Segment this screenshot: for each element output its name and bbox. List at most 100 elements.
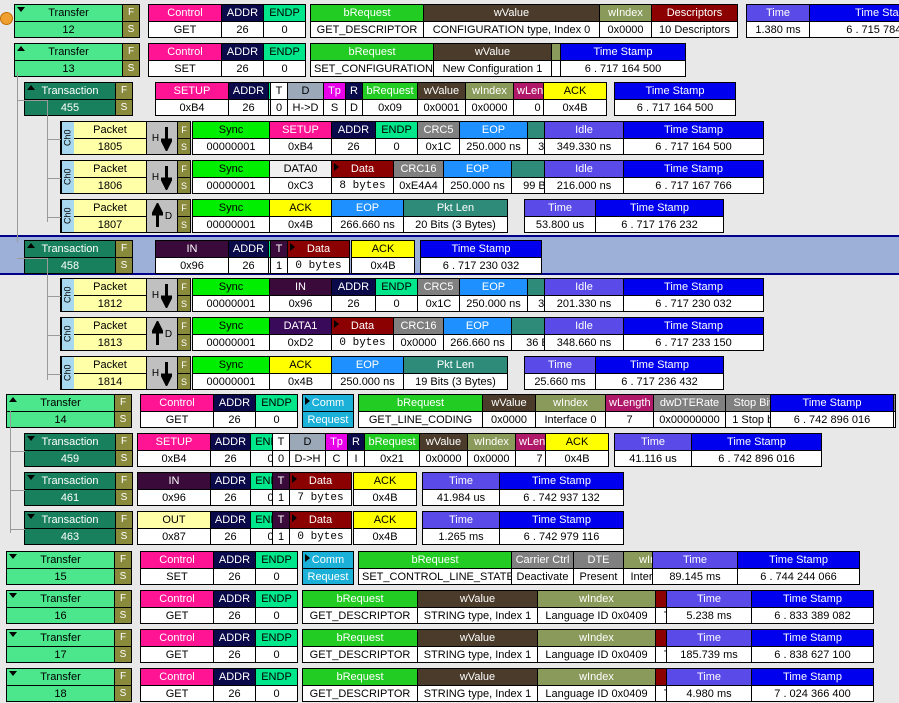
field-carrier-ctrl[interactable]: Carrier Ctrl Deactivate (511, 552, 573, 584)
field-crc5[interactable]: CRC5 0x1C (417, 122, 459, 154)
field-control[interactable]: Control GET (141, 669, 213, 701)
field-addr[interactable]: ADDR 26 (213, 630, 255, 662)
field-timestamp[interactable]: Time Stamp 6 . 717 164 500 (623, 122, 763, 154)
field-tp-col[interactable]: Tp S (323, 83, 345, 115)
packet-label[interactable]: Ch0 Packet 1814 H F S (60, 356, 191, 390)
field-brequest[interactable]: bRequest SET_CONTROL_LINE_STATE (359, 552, 511, 584)
field-brequest[interactable]: bRequest GET_DESCRIPTOR (303, 669, 417, 701)
field-wvalue[interactable]: wValue STRING type, Index 1 (417, 630, 537, 662)
field-timestamp[interactable]: Time Stamp 6 . 742 979 116 (499, 512, 623, 544)
field-time[interactable]: Time 5.238 ms (667, 591, 751, 623)
field-sync[interactable]: Sync 00000001 (193, 279, 269, 311)
field-addr[interactable]: ADDR 26 (228, 241, 268, 273)
transaction-label[interactable]: Transaction 455 F S (24, 82, 133, 116)
field-ack[interactable]: ACK 0x4B (269, 357, 331, 389)
row-packet-1814[interactable]: Ch0 Packet 1814 H F S Sync 00000001 ACK 0x4B EOP 25… (0, 356, 899, 390)
field-timestamp[interactable]: Time Stamp 6 . 717 230 032 (623, 279, 763, 311)
transaction-label[interactable]: Transaction 463 F S (24, 511, 133, 545)
field-windex[interactable]: wIndex Language ID 0x0409 (537, 591, 655, 623)
field-timestamp[interactable]: Time Stamp6 . 715 784 200 (809, 5, 899, 37)
field-idle[interactable]: Idle 349.330 ns (545, 122, 623, 154)
field-timestamp[interactable]: Time Stamp 6 . 717 236 432 (595, 357, 723, 389)
field-crc16[interactable]: CRC16 0x0000 (393, 318, 443, 350)
field-ack[interactable]: ACK 0x4B (546, 434, 608, 466)
field-timestamp[interactable]: Time Stamp 6 . 833 389 082 (751, 591, 873, 623)
field-timestamp[interactable]: Time Stamp 6 . 717 176 232 (595, 200, 723, 232)
trace-viewport[interactable]: Transfer 12 F S Control GET ADDR 26 ENDP 0 bReques… (0, 0, 899, 703)
field-addr[interactable]: ADDR 26 (213, 552, 255, 584)
field-descriptors[interactable]: Descriptors 10 Descriptors (651, 5, 737, 37)
field-wvalue[interactable]: wValue STRING type, Index 1 (417, 669, 537, 701)
field-addr[interactable]: ADDR 26 (331, 122, 375, 154)
field-addr[interactable]: ADDR 26 (213, 395, 255, 427)
field-data[interactable]: Data 0 bytes (331, 318, 393, 350)
row-transaction-461[interactable]: Transaction 461 F S IN 0x96 ADDR 26 ENDP 0 T 1 Data 7… (0, 472, 899, 506)
field-addr[interactable]: ADDR 26 (213, 591, 255, 623)
packet-label[interactable]: Ch0 Packet 1813 D F S (60, 317, 191, 351)
packet-label[interactable]: Ch0 Packet 1806 H F S (60, 160, 191, 194)
field-time[interactable]: Time 185.739 ms (667, 630, 751, 662)
field-addr[interactable]: ADDR 26 (221, 5, 263, 37)
field-windex[interactable]: wIndex Language ID 0x0409 (537, 630, 655, 662)
field-endp[interactable]: ENDP0 (255, 630, 297, 662)
field-data[interactable]: Data 7 bytes (289, 473, 351, 505)
field-t-col[interactable]: T1 (271, 241, 287, 273)
field-t-col[interactable]: T0 (273, 434, 289, 466)
field-timestamp[interactable]: Time Stamp 6 . 742 937 132 (499, 473, 623, 505)
field-endp[interactable]: ENDP0 (263, 44, 305, 76)
packet-label[interactable]: Ch0 Packet 1807 D F S (60, 199, 191, 233)
packet-label[interactable]: Ch0 Packet 1812 H F S (60, 278, 191, 312)
field-dwdterate[interactable]: dwDTERate 0x00000000 (653, 395, 725, 427)
field-windex[interactable]: wIndex Language ID 0x0409 (537, 669, 655, 701)
transfer-label[interactable]: Transfer 13 F S (14, 43, 140, 77)
field-control[interactable]: Control GET (141, 630, 213, 662)
transfer-label[interactable]: Transfer 15 F S (6, 551, 132, 585)
field-data[interactable]: Data 0 bytes (287, 241, 349, 273)
field-eop[interactable]: EOP 266.660 ns (443, 318, 511, 350)
field-ack[interactable]: ACK 0x4B (354, 512, 416, 544)
field-brequest[interactable]: bRequest 0x21 (364, 434, 419, 466)
field-t-col[interactable]: T1 (273, 512, 289, 544)
field-timestamp[interactable]: Time Stamp 6 . 717 167 766 (623, 161, 763, 193)
transfer-label[interactable]: Transfer 16 F S (6, 590, 132, 624)
field-tp-col[interactable]: Tp C (325, 434, 347, 466)
field-endp[interactable]: ENDP0 (255, 669, 297, 701)
transfer-label[interactable]: Transfer 17 F S (6, 629, 132, 663)
field-brequest[interactable]: bRequest GET_LINE_CODING (359, 395, 482, 427)
field-wvalue[interactable]: wValue 0x0001 (417, 83, 465, 115)
field-time[interactable]: Time 25.660 ms (525, 357, 595, 389)
field-pktlen[interactable]: Pkt Len 20 Bits (3 Bytes) (403, 200, 507, 232)
field-eop[interactable]: EOP 266.660 ns (331, 200, 403, 232)
field-data[interactable]: Data 0 bytes (289, 512, 351, 544)
field-sync[interactable]: Sync 00000001 (193, 200, 269, 232)
field-time[interactable]: Time 41.116 us (615, 434, 691, 466)
row-transaction-455[interactable]: Transaction455FSSETUP0xB4ADDR26ENDP0T0DH… (0, 82, 899, 116)
transaction-label[interactable]: Transaction 461 F S (24, 472, 133, 506)
field-eop[interactable]: EOP 250.000 ns (443, 161, 511, 193)
row-transfer-17[interactable]: Transfer 17 F S Control GET ADDR 26 ENDP 0 bReques… (0, 629, 899, 663)
row-transaction-458[interactable]: Transaction458FSIN0x96ADDR26ENDP0T1Data0… (0, 240, 899, 274)
field-timestamp[interactable]: Time Stamp 6 . 742 896 016 (691, 434, 821, 466)
field-windex[interactable]: wIndex0x0000 (467, 434, 515, 466)
field-time[interactable]: Time 1.265 ms (423, 512, 499, 544)
field-setup[interactable]: SETUP 0xB4 (138, 434, 210, 466)
field-sync[interactable]: Sync 00000001 (193, 122, 269, 154)
row-transaction-463[interactable]: Transaction 463 F S OUT 0x87 ADDR 26 ENDP 0 T 1 Data… (0, 511, 899, 545)
row-transfer-12[interactable]: Transfer 12 F S Control GET ADDR 26 ENDP 0 bReques… (0, 4, 899, 38)
field-brequest[interactable]: bRequest 0x09 (362, 83, 417, 115)
field-brequest[interactable]: bRequest GET_DESCRIPTOR (311, 5, 423, 37)
field-wlength[interactable]: wLength 7 (605, 395, 653, 427)
field-data1[interactable]: DATA1 0xD2 (269, 318, 331, 350)
field-addr[interactable]: ADDR 26 (210, 473, 250, 505)
field-in-token[interactable]: IN 0x96 (156, 241, 228, 273)
field-comm-request[interactable]: Comm Request (303, 552, 353, 584)
field-time[interactable]: Time 1.380 ms (747, 5, 809, 37)
field-in-token[interactable]: IN 0x96 (138, 473, 210, 505)
field-timestamp[interactable]: Time Stamp 6 . 717 164 500 (561, 44, 685, 76)
row-transaction-459[interactable]: Transaction 459 F S SETUP 0xB4 ADDR 26 ENDP 0 T 0 D D… (0, 433, 899, 467)
field-pktlen[interactable]: Pkt Len 19 Bits (3 Bytes) (403, 357, 507, 389)
packet-label[interactable]: Ch0 Packet 1805 H F S (60, 121, 191, 155)
field-timestamp[interactable]: Time Stamp 6 . 838 627 100 (751, 630, 873, 662)
field-r-col[interactable]: RD (345, 83, 362, 115)
row-transfer-18[interactable]: Transfer 18 F S Control GET ADDR 26 ENDP 0 bReques… (0, 668, 899, 702)
